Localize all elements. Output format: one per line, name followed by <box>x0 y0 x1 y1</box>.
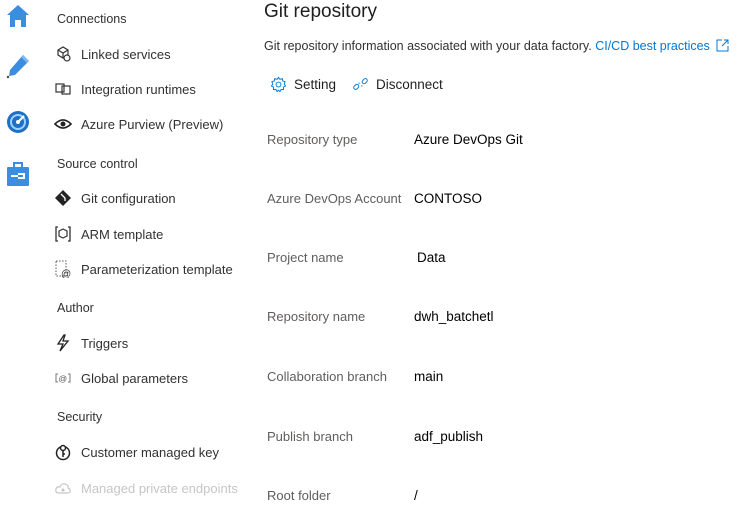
key-icon <box>53 442 73 462</box>
nav-item-linked-services[interactable]: Linked services <box>53 42 171 66</box>
disconnect-label: Disconnect <box>376 77 443 92</box>
field-label: Azure DevOps Account <box>267 190 402 206</box>
nav-item-global-parameters[interactable]: @ Global parameters <box>53 366 188 390</box>
toolbox-icon[interactable] <box>4 160 32 188</box>
field-root-folder: Root folder / <box>267 484 747 506</box>
parameterization-icon: @ <box>53 259 73 279</box>
field-value: CONTOSO <box>414 190 483 206</box>
cicd-best-practices-link[interactable]: CI/CD best practices <box>595 39 710 53</box>
external-link-icon[interactable] <box>716 39 729 55</box>
linked-services-icon <box>53 44 73 64</box>
nav-item-integration-runtimes[interactable]: Integration runtimes <box>53 77 196 101</box>
nav-item-label: Parameterization template <box>81 261 233 277</box>
nav-item-label: Git configuration <box>81 190 176 206</box>
nav-item-azure-purview[interactable]: Azure Purview (Preview) <box>53 112 223 136</box>
gear-icon <box>270 76 287 93</box>
field-value: dwh_batchetl <box>414 308 494 324</box>
field-label: Root folder <box>267 487 331 503</box>
field-project-name: Project name Data <box>267 246 747 268</box>
link-label: CI/CD best practices <box>595 39 710 53</box>
arm-template-icon <box>53 224 73 244</box>
disconnect-icon <box>352 76 369 93</box>
nav-item-managed-private-endpoints[interactable]: Managed private endpoints <box>53 476 238 500</box>
field-repository-type: Repository type Azure DevOps Git <box>267 128 747 150</box>
field-value: Data <box>417 249 446 265</box>
nav-item-git-configuration[interactable]: Git configuration <box>53 186 176 210</box>
field-label: Collaboration branch <box>267 368 387 384</box>
settings-nav: Connections Linked services Integration … <box>45 0 255 513</box>
field-value: main <box>414 368 444 384</box>
nav-item-label: Triggers <box>81 335 129 351</box>
nav-section-security: Security <box>57 410 103 424</box>
field-value: adf_publish <box>414 428 484 444</box>
nav-item-label: Managed private endpoints <box>81 480 238 496</box>
git-repository-panel: Git repository Git repository informatio… <box>264 0 754 513</box>
left-rail <box>0 0 40 513</box>
lightning-icon <box>53 333 73 353</box>
svg-text:@: @ <box>59 374 68 384</box>
nav-item-label: ARM template <box>81 226 164 242</box>
field-label: Publish branch <box>267 428 353 444</box>
field-label: Project name <box>267 249 344 265</box>
field-azure-devops-account: Azure DevOps Account CONTOSO <box>267 187 747 209</box>
field-collaboration-branch: Collaboration branch main <box>267 365 747 387</box>
setting-button[interactable]: Setting <box>270 76 336 93</box>
nav-section-connections: Connections <box>57 12 127 26</box>
home-icon[interactable] <box>4 2 32 30</box>
integration-runtimes-icon <box>53 79 73 99</box>
page-title: Git repository <box>264 1 377 22</box>
nav-item-label: Linked services <box>81 46 171 62</box>
nav-item-parameterization-template[interactable]: @ Parameterization template <box>53 257 233 281</box>
nav-item-arm-template[interactable]: ARM template <box>53 222 163 246</box>
pencil-icon[interactable] <box>4 52 32 80</box>
nav-item-triggers[interactable]: Triggers <box>53 331 128 355</box>
page-description: Git repository information associated wi… <box>264 39 729 55</box>
field-label: Repository name <box>267 308 366 324</box>
nav-item-label: Azure Purview (Preview) <box>81 116 224 132</box>
field-value: Azure DevOps Git <box>414 131 523 147</box>
eye-icon <box>53 114 73 134</box>
nav-section-author: Author <box>57 301 94 315</box>
field-value: / <box>414 487 418 503</box>
field-publish-branch: Publish branch adf_publish <box>267 425 747 447</box>
nav-item-label: Integration runtimes <box>81 81 196 97</box>
field-repository-name: Repository name dwh_batchetl <box>267 305 747 327</box>
nav-section-source-control: Source control <box>57 157 138 171</box>
svg-text:@: @ <box>61 269 71 278</box>
toolbar: Setting Disconnect <box>270 76 459 93</box>
nav-item-label: Global parameters <box>81 370 188 386</box>
field-label: Repository type <box>267 131 358 147</box>
disconnect-button[interactable]: Disconnect <box>352 76 443 93</box>
global-parameters-icon: @ <box>53 368 73 388</box>
nav-item-customer-managed-key[interactable]: Customer managed key <box>53 440 219 464</box>
description-text: Git repository information associated wi… <box>264 39 592 53</box>
cloud-icon <box>53 478 73 498</box>
git-icon <box>53 188 73 208</box>
nav-item-label: Customer managed key <box>81 444 220 460</box>
setting-label: Setting <box>294 77 337 92</box>
monitor-icon[interactable] <box>4 108 32 136</box>
